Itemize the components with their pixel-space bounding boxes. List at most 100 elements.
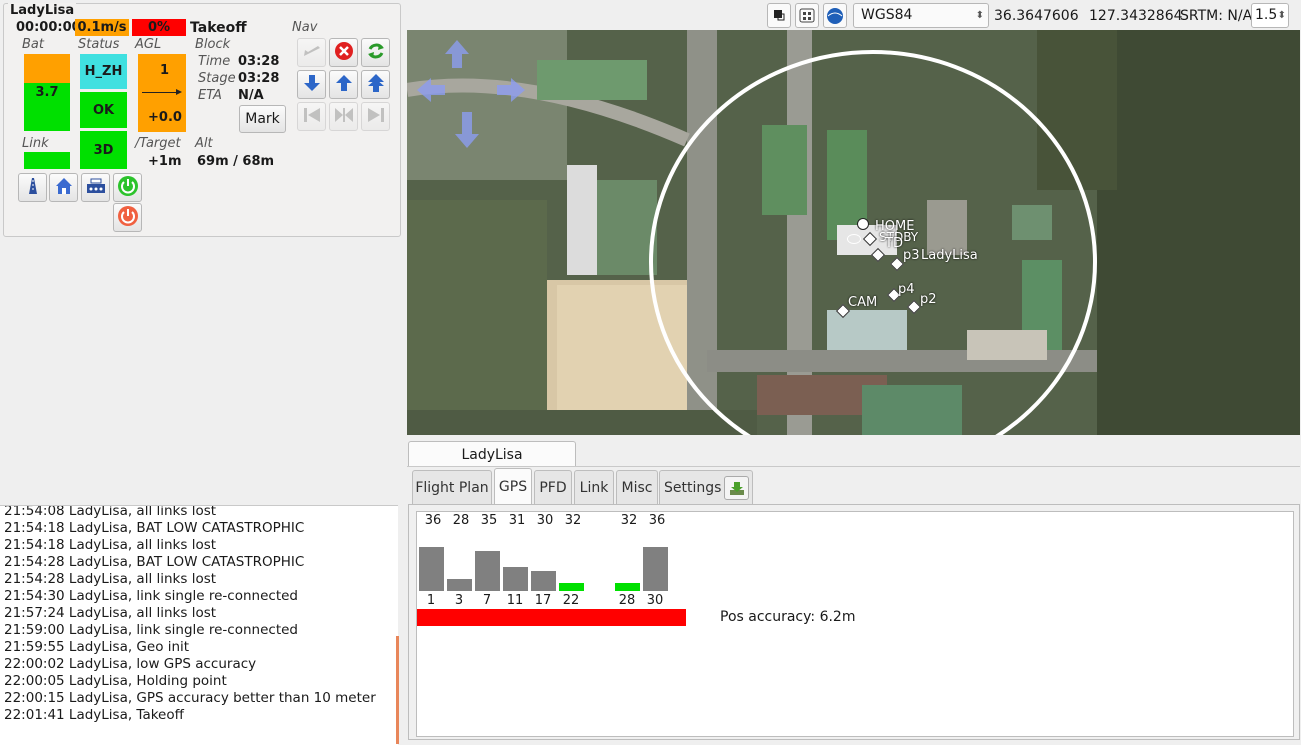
log-line: 21:59:55 LadyLisa, Geo init (4, 639, 190, 655)
satellite-cn0-label: 35 (480, 513, 498, 528)
pan-arrows-icon[interactable] (407, 30, 537, 160)
home-waypoint-marker[interactable] (857, 218, 869, 230)
down-button[interactable] (297, 70, 326, 99)
takeoff-icon (302, 44, 322, 62)
satellite-id-label: 17 (534, 593, 552, 608)
satellite-id-label: 7 (482, 593, 492, 608)
double-up-button[interactable] (361, 70, 390, 99)
resurrect-button[interactable] (361, 38, 390, 67)
log-line: 21:54:28 LadyLisa, BAT LOW CATASTROPHIC (4, 554, 305, 570)
bat-label: Bat (22, 37, 44, 52)
satellite-cn0-label: 30 (536, 513, 554, 528)
climb-arrow-head (176, 89, 182, 95)
power-on-icon (117, 175, 139, 201)
up-button[interactable] (329, 70, 358, 99)
tab-link[interactable]: Link (574, 470, 614, 504)
satellite-id-label: 22 (562, 593, 580, 608)
takeoff-button[interactable] (297, 38, 326, 67)
agl-label: AGL (135, 37, 162, 52)
log-line: 21:54:18 LadyLisa, BAT LOW CATASTROPHIC (4, 520, 305, 536)
climb-arrow (142, 92, 180, 93)
latitude-readout: 36.3647606 (994, 8, 1079, 24)
satellite-id-label: 30 (646, 593, 664, 608)
waypoint-label-p4: p4 (898, 282, 915, 297)
previous-block-button[interactable] (297, 102, 326, 131)
map-view[interactable]: HOME STDBY TD p3 LadyLisa p4 p2 CAM (407, 30, 1300, 435)
agl-gauge: 1 +0.0 (138, 54, 186, 132)
satellite-signal-bar (503, 567, 528, 591)
aircraft-tab[interactable]: LadyLisa (408, 441, 576, 467)
satellite-signal-bar (643, 547, 668, 591)
satellite-cn0-label: 36 (424, 513, 442, 528)
aircraft-label: LadyLisa (921, 248, 978, 263)
eta-value: N/A (238, 88, 264, 103)
current-block-button[interactable] (329, 102, 358, 131)
srtm-readout: SRTM: N/A (1180, 8, 1253, 24)
next-block-button[interactable] (361, 102, 390, 131)
power-off-button[interactable] (113, 203, 142, 232)
satellite-signal-bar (447, 579, 472, 591)
waypoint-label-td: TD (885, 236, 903, 251)
waypoint-label-p2: p2 (920, 292, 937, 307)
satellite-id-label: 28 (618, 593, 636, 608)
satellite-cn0-label: 32 (620, 513, 638, 528)
kill-button[interactable] (329, 38, 358, 67)
status-label: Status (78, 37, 120, 52)
satellite-cn0-label: 28 (452, 513, 470, 528)
grid-icon (796, 8, 818, 31)
log-line: 22:00:02 LadyLisa, low GPS accuracy (4, 656, 257, 672)
battery-gauge-empty (24, 54, 70, 83)
log-line: 21:54:08 LadyLisa, all links lost (4, 505, 217, 519)
flight-time: 00:00:00 (16, 20, 81, 35)
home-button[interactable] (49, 173, 78, 202)
tab-pfd[interactable]: PFD (534, 470, 572, 504)
home-icon (54, 176, 74, 200)
throttle-indicator: 0% (132, 19, 186, 36)
spinner-arrows-icon: ⬍ (1277, 10, 1286, 21)
battery-gauge: 3.7 (24, 83, 70, 131)
block-label: Block (195, 37, 231, 52)
stage-time: 03:28 (238, 71, 280, 86)
speed-indicator: 0.1m/s (75, 19, 129, 36)
waypoint-label-cam: CAM (848, 295, 878, 310)
projection-select[interactable]: WGS84 ⬍ (853, 3, 989, 28)
fit-view-button[interactable] (795, 3, 819, 28)
download-icon[interactable] (724, 476, 749, 500)
tab-misc[interactable]: Misc (616, 470, 658, 504)
layer-toggle-button[interactable] (767, 3, 791, 28)
tab-flight-plan[interactable]: Flight Plan (412, 470, 492, 504)
zoom-spinbox[interactable]: 1.5 ⬍ (1251, 3, 1289, 28)
runway-icon (23, 176, 43, 200)
status-mode-badge: H_ZH (80, 54, 127, 89)
pos-accuracy-label: Pos accuracy: 6.2m (720, 609, 856, 625)
globe-icon (824, 8, 846, 31)
skip-forward-icon (366, 105, 386, 129)
satellite-cn0-label: 36 (648, 513, 666, 528)
arrow-down-icon (302, 73, 322, 97)
message-log[interactable]: 21:54:08 LadyLisa, all links lost 21:54:… (0, 505, 398, 745)
tab-gps[interactable]: GPS (494, 468, 532, 504)
power-on-button[interactable] (113, 173, 142, 202)
settings-button[interactable] (81, 173, 110, 202)
satellite-signal-bar (475, 551, 500, 591)
nav-label: Nav (292, 20, 318, 35)
refresh-icon (366, 41, 386, 65)
layers-icon (768, 10, 790, 31)
gear-icon (85, 177, 107, 199)
log-scrollbar[interactable] (396, 636, 399, 744)
launch-button[interactable] (18, 173, 47, 202)
tab-settings[interactable]: Settings (659, 470, 753, 504)
log-line: 21:54:30 LadyLisa, link single re-connec… (4, 588, 298, 604)
mark-button[interactable]: Mark (239, 105, 286, 133)
panel-divider (407, 466, 1300, 467)
stop-icon (334, 41, 354, 65)
skip-back-icon (302, 105, 322, 129)
satellite-signal-bar (559, 583, 584, 591)
log-line: 22:00:15 LadyLisa, GPS accuracy better t… (4, 690, 376, 706)
gps-panel: 36 1 28 3 35 7 31 11 30 17 32 22 32 28 36 30 Pos accura… (416, 511, 1294, 737)
satellite-cn0-label: 31 (508, 513, 526, 528)
arrow-up-icon (334, 73, 354, 97)
globe-button[interactable] (823, 3, 847, 28)
restart-icon (334, 105, 354, 129)
stage-label: Stage (198, 71, 236, 86)
